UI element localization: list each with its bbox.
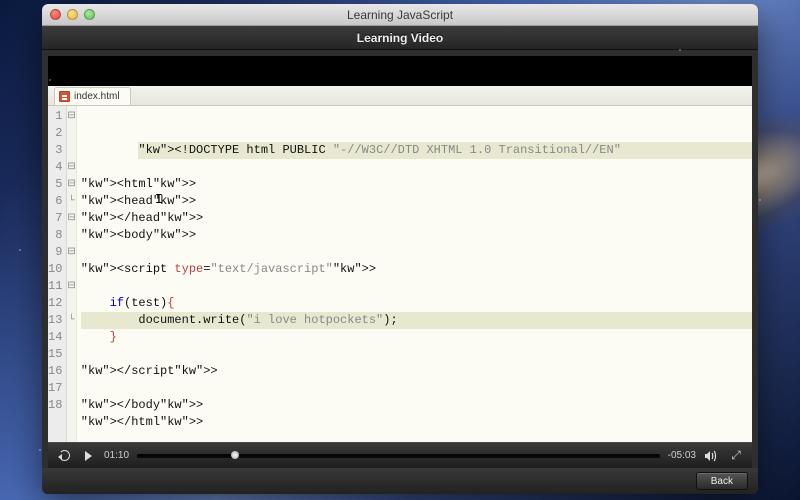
footer: Back: [42, 468, 758, 494]
app-window: Learning JavaScript Learning Video index…: [42, 4, 758, 494]
rewind-icon: [59, 450, 70, 461]
volume-button[interactable]: [704, 448, 720, 464]
play-icon: [85, 451, 92, 461]
seek-handle[interactable]: [231, 451, 239, 459]
page-header: Learning Video: [42, 26, 758, 50]
play-button[interactable]: [80, 448, 96, 464]
elapsed-time: 01:10: [104, 450, 129, 461]
volume-icon: [705, 450, 719, 462]
editor-tabrow: index.html: [48, 86, 752, 106]
window-title: Learning JavaScript: [42, 8, 758, 22]
rewind-button[interactable]: [56, 448, 72, 464]
html-file-icon: [59, 91, 70, 102]
titlebar: Learning JavaScript: [42, 4, 758, 26]
fullscreen-icon: ⤢: [731, 448, 741, 463]
seek-bar[interactable]: [137, 454, 660, 458]
text-cursor-icon: I: [155, 192, 156, 206]
fold-column: ⊟⊟⊟└⊟⊟⊟└: [67, 106, 76, 442]
tab-label: index.html: [74, 91, 120, 102]
back-label: Back: [711, 476, 733, 487]
code-area[interactable]: 123456789101112131415161718 ⊟⊟⊟└⊟⊟⊟└ I "…: [48, 106, 752, 442]
code-content[interactable]: I "kw"><!DOCTYPE html PUBLIC "-//W3C//DT…: [77, 106, 752, 442]
code-editor: index.html 123456789101112131415161718 ⊟…: [48, 86, 752, 442]
fullscreen-button[interactable]: ⤢: [728, 448, 744, 464]
line-gutter: 123456789101112131415161718: [48, 106, 67, 442]
video-area: index.html 123456789101112131415161718 ⊟…: [48, 56, 752, 468]
page-title: Learning Video: [357, 31, 443, 45]
video-black-bar: [48, 56, 752, 86]
back-button[interactable]: Back: [696, 472, 748, 490]
tab-index-html[interactable]: index.html: [54, 87, 131, 105]
video-controls: 01:10 -05:03 ⤢: [48, 442, 752, 468]
remaining-time: -05:03: [668, 450, 696, 461]
